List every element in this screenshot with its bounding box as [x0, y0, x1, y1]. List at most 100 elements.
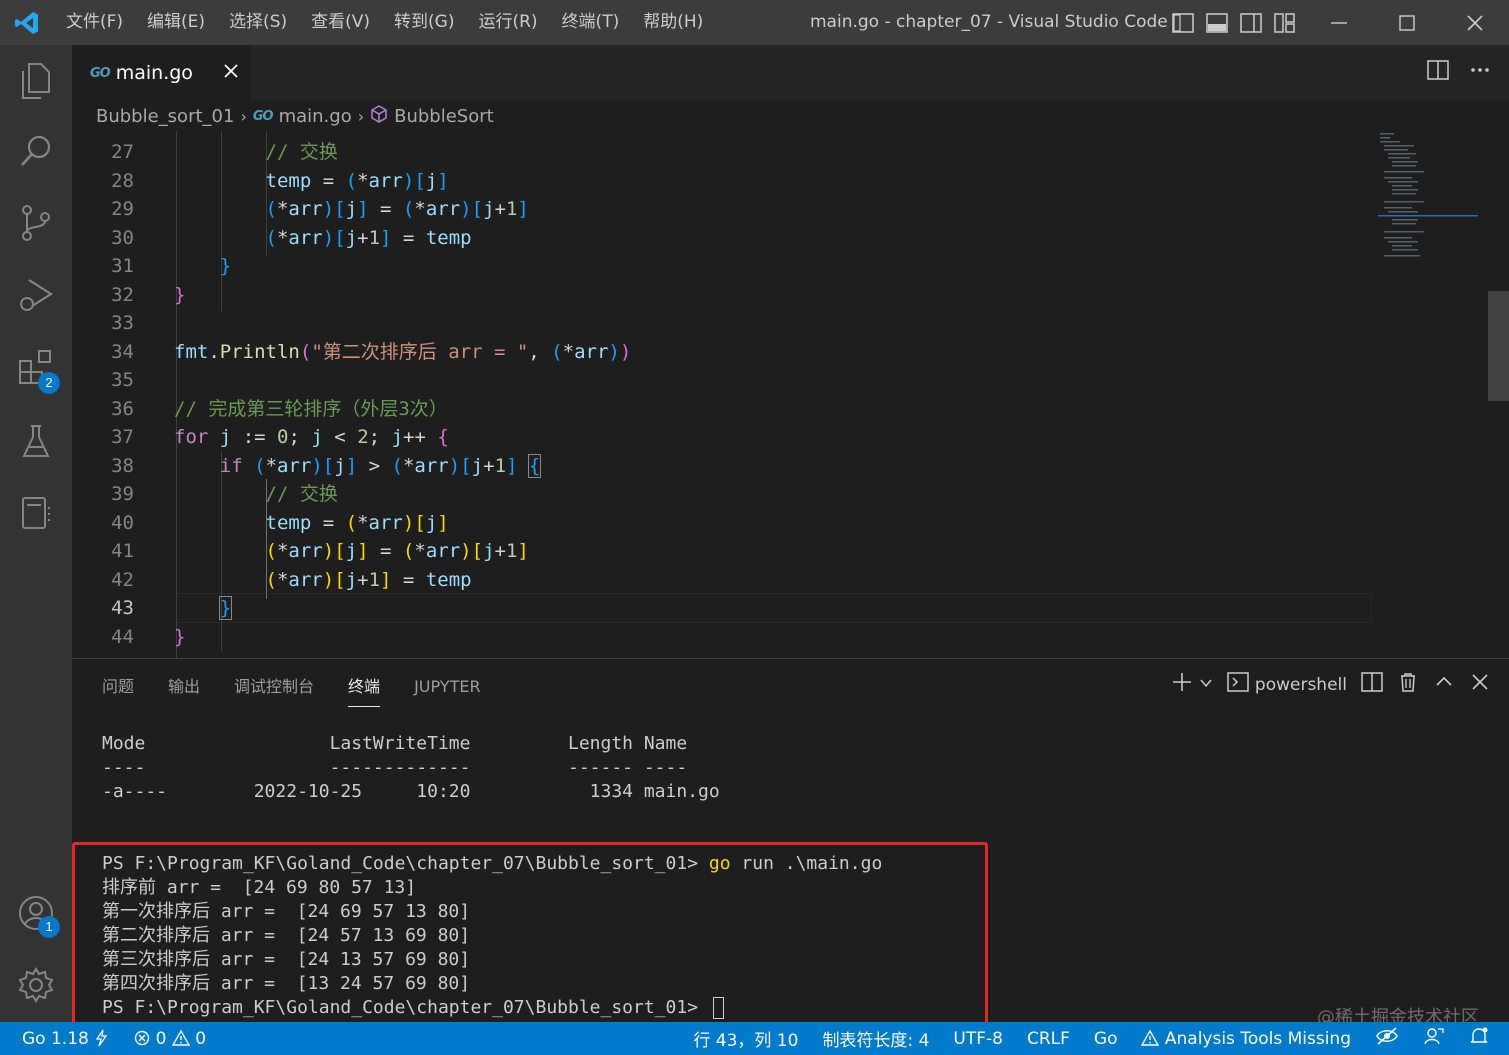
extensions-icon[interactable]: [0, 337, 72, 397]
encoding[interactable]: UTF-8: [953, 1029, 1003, 1049]
terminal-output-line: 第三次排序后 arr = [24 13 57 69 80]: [102, 949, 471, 970]
remote-explorer-icon[interactable]: [0, 483, 72, 543]
code-line: 41 (*arr)[j] = (*arr)[j+1]: [72, 537, 1372, 565]
split-terminal-icon[interactable]: [1361, 671, 1383, 698]
analysis-tools-status[interactable]: Analysis Tools Missing: [1141, 1029, 1351, 1049]
maximize-icon[interactable]: [1373, 0, 1441, 45]
breadcrumb-file[interactable]: main.go: [279, 106, 352, 127]
breadcrumb: Bubble_sort_01 › GO main.go › BubbleSort: [72, 101, 1509, 131]
line-number: 38: [111, 455, 134, 477]
tab-label: main.go: [115, 62, 193, 84]
breadcrumb-symbol[interactable]: BubbleSort: [394, 106, 494, 127]
more-actions-icon[interactable]: [1469, 59, 1491, 85]
code-line: 29 (*arr)[j] = (*arr)[j+1]: [72, 195, 1372, 223]
window-controls: [1305, 0, 1509, 45]
explorer-icon[interactable]: [0, 51, 72, 111]
menu-view[interactable]: 查看(V): [299, 0, 382, 45]
line-number: 44: [111, 626, 134, 648]
toggle-secondary-sidebar-icon[interactable]: [1238, 10, 1264, 36]
menu-help[interactable]: 帮助(H): [631, 0, 715, 45]
code-line: 31 }: [72, 252, 1372, 280]
problems-status[interactable]: 0 0: [134, 1029, 206, 1049]
menu-run[interactable]: 运行(R): [466, 0, 549, 45]
bottom-panel: 问题 输出 调试控制台 终端 JUPYTER powershell Mode L…: [72, 658, 1509, 1028]
go-file-icon: GO: [252, 108, 274, 124]
toggle-sidebar-icon[interactable]: [1170, 10, 1196, 36]
panel-actions: powershell: [1171, 671, 1491, 698]
maximize-panel-icon[interactable]: [1433, 671, 1455, 698]
tab-jupyter[interactable]: JUPYTER: [414, 673, 481, 707]
line-number: 35: [111, 369, 134, 391]
line-ending[interactable]: CRLF: [1027, 1029, 1070, 1049]
code-line: 40 temp = (*arr)[j]: [72, 509, 1372, 537]
terminal-prompt: PS F:\Program_KF\Goland_Code\chapter_07\…: [102, 853, 709, 874]
code-line: 36// 完成第三轮排序（外层3次）: [72, 395, 1372, 423]
cube-symbol-icon: [370, 104, 388, 128]
line-number: 27: [111, 141, 134, 163]
tab-output[interactable]: 输出: [168, 673, 200, 707]
code-editor[interactable]: 27 // 交换 28 temp = (*arr)[j] 29 (*arr)[j…: [72, 131, 1509, 658]
code-line: 34 fmt.Println("第二次排序后 arr = ", (*arr)): [72, 338, 1372, 366]
line-number: 30: [111, 227, 134, 249]
tab-main-go[interactable]: GO main.go: [72, 45, 250, 101]
status-right: 行 43，列 10 制表符长度: 4 UTF-8 CRLF Go Analysi…: [693, 1022, 1489, 1055]
menu-edit[interactable]: 编辑(E): [135, 0, 217, 45]
toggle-panel-icon[interactable]: [1204, 10, 1230, 36]
status-left: Go 1.18 0 0: [22, 1022, 206, 1055]
code-line: 38 if (*arr)[j] > (*arr)[j+1] {: [72, 452, 1372, 480]
language-mode[interactable]: Go: [1094, 1029, 1118, 1049]
minimize-icon[interactable]: [1305, 0, 1373, 45]
code-line: 33: [72, 309, 1372, 337]
new-terminal-icon[interactable]: [1171, 671, 1193, 698]
line-number: 29: [111, 198, 134, 220]
terminal-file-row: -a---- 2022-10-25 10:20 1334 main.go: [102, 781, 720, 802]
editor-actions: [1427, 59, 1491, 85]
minimap[interactable]: [1378, 131, 1478, 658]
menu-go[interactable]: 转到(G): [382, 0, 466, 45]
editor-scrollbar[interactable]: [1488, 291, 1509, 401]
code-line: 44}: [72, 623, 1372, 651]
line-number: 33: [111, 312, 134, 334]
line-number: 42: [111, 569, 134, 591]
activity-bar: 2 1: [0, 45, 72, 1022]
customize-layout-icon[interactable]: [1272, 10, 1298, 36]
tab-terminal[interactable]: 终端: [348, 673, 381, 707]
status-bar: Go 1.18 0 0 行 43，列 10 制表符长度: 4 UTF-8 CRL…: [0, 1022, 1509, 1055]
search-icon[interactable]: [0, 121, 72, 181]
code-line: 28 temp = (*arr)[j]: [72, 167, 1372, 195]
close-tab-icon[interactable]: [219, 59, 243, 83]
layout-controls: [1170, 10, 1298, 36]
close-window-icon[interactable]: [1441, 0, 1509, 45]
tab-debug-console[interactable]: 调试控制台: [234, 673, 314, 707]
code-line: 32}: [72, 281, 1372, 309]
window-title: main.go - chapter_07 - Visual Studio Cod…: [810, 12, 1168, 32]
terminal-cmd-args: run .\main.go: [730, 853, 883, 874]
split-editor-icon[interactable]: [1427, 59, 1449, 85]
title-bar: 文件(F) 编辑(E) 选择(S) 查看(V) 转到(G) 运行(R) 终端(T…: [0, 0, 1509, 45]
accounts-icon[interactable]: [0, 883, 72, 943]
line-number: 31: [111, 255, 134, 277]
chevron-down-icon[interactable]: [1199, 675, 1213, 695]
trash-icon[interactable]: [1397, 671, 1419, 698]
cursor-position[interactable]: 行 43，列 10: [693, 1026, 798, 1051]
terminal-input-line[interactable]: PS F:\Program_KF\Goland_Code\chapter_07\…: [102, 996, 724, 1020]
terminal-cursor: [712, 997, 724, 1019]
tab-problems[interactable]: 问题: [102, 673, 134, 707]
feedback-icon[interactable]: [1423, 1026, 1445, 1051]
line-number: 28: [111, 170, 134, 192]
menu-terminal[interactable]: 终端(T): [550, 0, 632, 45]
settings-gear-icon[interactable]: [0, 955, 72, 1015]
breadcrumb-folder[interactable]: Bubble_sort_01: [96, 106, 234, 127]
menu-selection[interactable]: 选择(S): [217, 0, 299, 45]
terminal-shell-name[interactable]: powershell: [1255, 675, 1347, 695]
live-share-icon[interactable]: [1375, 1026, 1399, 1051]
close-panel-icon[interactable]: [1469, 671, 1491, 698]
tab-size[interactable]: 制表符长度: 4: [822, 1026, 929, 1051]
menu-file[interactable]: 文件(F): [54, 0, 135, 45]
terminal-output-line: 第四次排序后 arr = [13 24 57 69 80]: [102, 973, 471, 994]
go-version-status[interactable]: Go 1.18: [22, 1029, 108, 1049]
run-debug-icon[interactable]: [0, 265, 72, 325]
notifications-bell-icon[interactable]: [1469, 1026, 1489, 1051]
source-control-icon[interactable]: [0, 193, 72, 253]
testing-icon[interactable]: [0, 411, 72, 471]
